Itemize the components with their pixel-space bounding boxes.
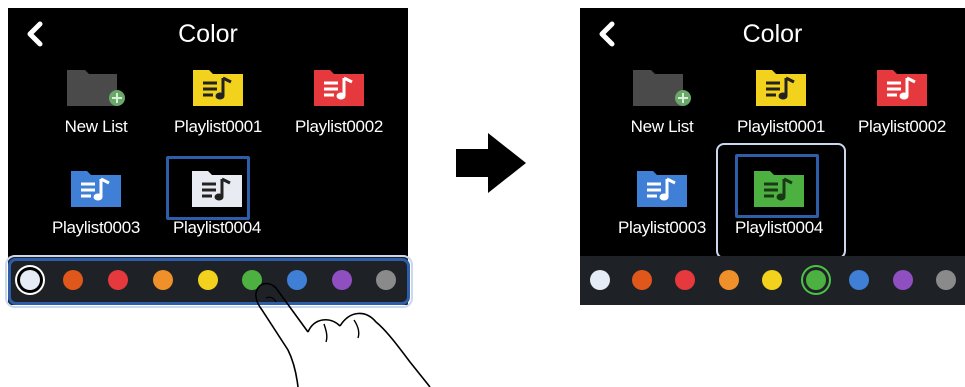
folder-plus-icon [67, 70, 125, 106]
color-swatch-purple[interactable] [893, 270, 913, 290]
color-palette-bar [580, 256, 965, 305]
item-label: Playlist0003 [617, 218, 707, 237]
playlist-item-selected[interactable]: Playlist0004 [157, 169, 277, 238]
color-swatch-orange[interactable] [719, 270, 739, 290]
playlist-item-selected[interactable]: Playlist0004 [719, 169, 839, 238]
tap-hand-icon [255, 282, 431, 387]
playlist-item[interactable]: Playlist0003 [602, 169, 722, 238]
playlist-item[interactable]: Playlist0003 [36, 169, 156, 238]
playlist-item[interactable]: Playlist0001 [721, 68, 841, 137]
device-screen-after: Color New List Playlist0001 Playlist0002… [580, 8, 965, 305]
title-bar: Color [8, 8, 408, 60]
playlist-folder-icon [756, 70, 806, 106]
title-bar: Color [580, 8, 965, 60]
color-swatch-red[interactable] [675, 270, 695, 290]
playlist-folder-icon [193, 70, 243, 106]
page-title: Color [178, 20, 238, 48]
new-list-item[interactable]: New List [602, 68, 722, 137]
color-swatch-green[interactable] [806, 270, 826, 290]
item-label: Playlist0004 [734, 218, 824, 237]
color-swatch-gray[interactable] [936, 270, 956, 290]
item-label: New List [630, 117, 694, 136]
color-swatch-yellow[interactable] [762, 270, 782, 290]
playlist-item[interactable]: Playlist0002 [279, 68, 399, 137]
item-label: Playlist0002 [294, 117, 384, 136]
playlist-folder-icon [314, 70, 364, 106]
item-label: Playlist0001 [736, 117, 826, 136]
playlist-folder-icon [637, 171, 687, 207]
new-list-item[interactable]: New List [36, 68, 156, 137]
item-label: Playlist0004 [172, 218, 262, 237]
item-label: Playlist0001 [173, 117, 263, 136]
playlist-item[interactable]: Playlist0001 [158, 68, 278, 137]
page-title: Color [742, 20, 803, 48]
item-label: Playlist0002 [857, 117, 947, 136]
playlist-folder-icon [192, 171, 242, 207]
playlist-folder-icon [754, 171, 804, 207]
item-label: Playlist0003 [51, 218, 141, 237]
color-swatch-orange-red[interactable] [632, 270, 652, 290]
playlist-folder-icon [71, 171, 121, 207]
color-swatch-white[interactable] [590, 270, 610, 290]
playlist-item[interactable]: Playlist0002 [842, 68, 962, 137]
arrow-right-icon [456, 133, 526, 193]
item-label: New List [64, 117, 128, 136]
playlist-folder-icon [877, 70, 927, 106]
folder-plus-icon [633, 70, 691, 106]
color-swatch-blue[interactable] [849, 270, 869, 290]
